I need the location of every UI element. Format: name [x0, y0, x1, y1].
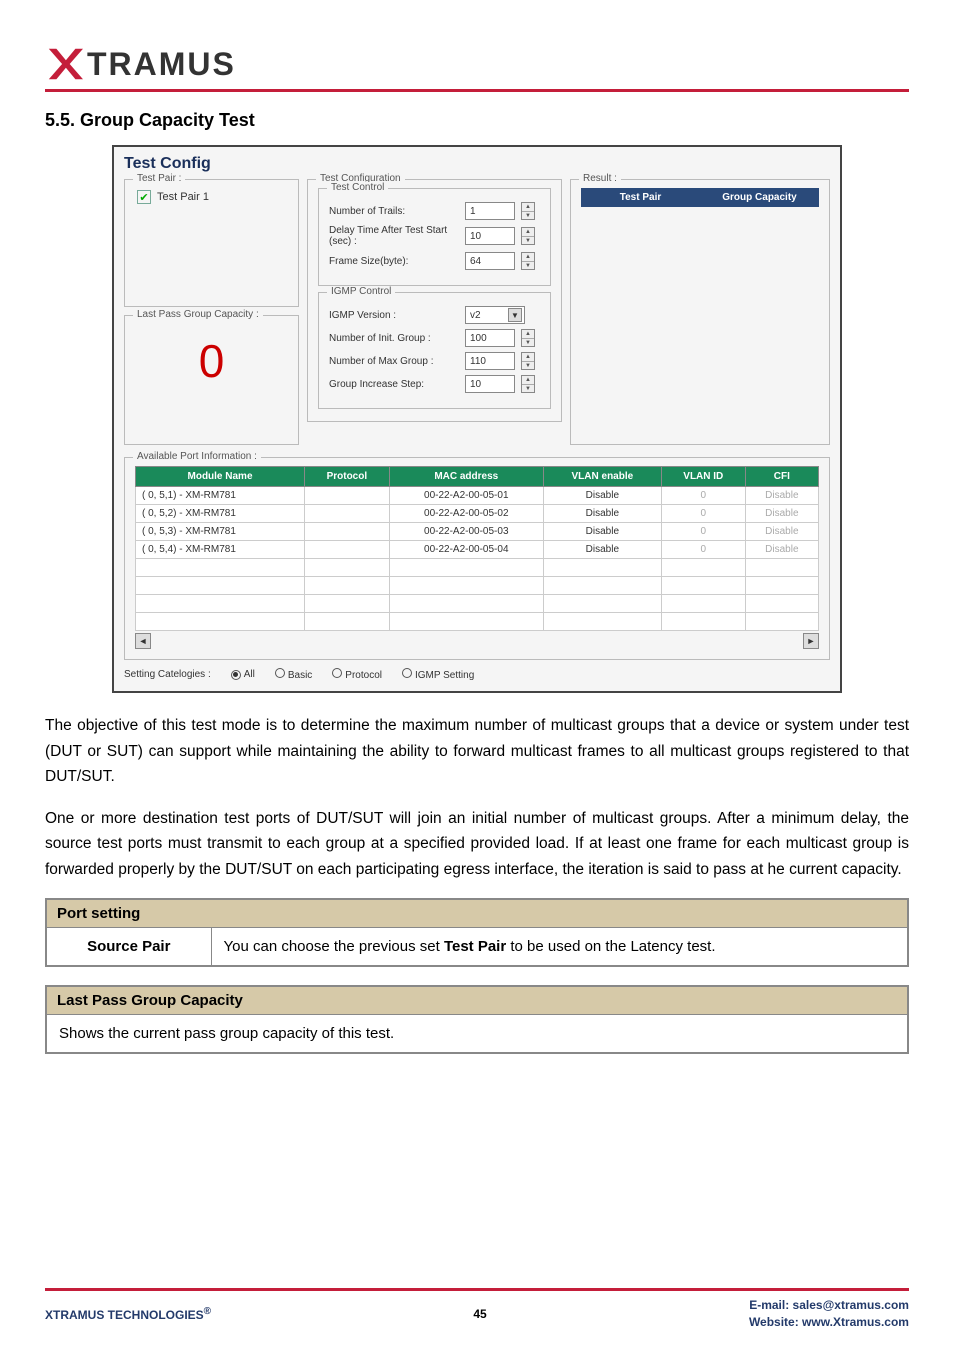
test-config-screenshot: Test Config Test Pair : ✔ Test Pair 1 La… — [112, 145, 842, 693]
table-row — [136, 577, 819, 595]
paragraph-1: The objective of this test mode is to de… — [45, 713, 909, 790]
radio-igmp[interactable]: IGMP Setting — [402, 668, 474, 681]
port-setting-header: Port setting — [46, 899, 908, 928]
scrollbar[interactable]: ◄ ► — [135, 633, 819, 649]
last-pass-table: Last Pass Group Capacity Shows the curre… — [45, 985, 909, 1054]
section-title: 5.5. Group Capacity Test — [45, 110, 909, 131]
col-protocol: Protocol — [305, 467, 390, 487]
page-footer: XTRAMUS TECHNOLOGIES® 45 E-mail: sales@x… — [0, 1288, 954, 1331]
table-row — [136, 613, 819, 631]
col-module: Module Name — [136, 467, 305, 487]
result-legend: Result : — [579, 173, 621, 184]
scroll-right-icon[interactable]: ► — [803, 633, 819, 649]
col-mac: MAC address — [389, 467, 543, 487]
delay-label: Delay Time After Test Start (sec) : — [329, 225, 459, 247]
igmp-ver-value: v2 — [470, 310, 481, 321]
categories-label: Setting Catelogies : — [124, 669, 211, 680]
table-row — [136, 559, 819, 577]
radio-basic[interactable]: Basic — [275, 668, 312, 681]
spinner-icon[interactable]: ▲▼ — [521, 227, 535, 245]
spinner-icon[interactable]: ▲▼ — [521, 329, 535, 347]
check-icon: ✔ — [137, 190, 151, 204]
trails-input[interactable]: 1 — [465, 202, 515, 220]
col-vlan-id: VLAN ID — [661, 467, 745, 487]
result-col-pair: Test Pair — [581, 188, 700, 207]
source-pair-desc: You can choose the previous set Test Pai… — [211, 928, 908, 967]
avail-port-legend: Available Port Information : — [133, 451, 261, 462]
dialog-title: Test Config — [124, 155, 830, 173]
test-pair-label: Test Pair 1 — [157, 191, 209, 203]
logo-text: TRAMUS — [87, 46, 236, 83]
delay-input[interactable]: 10 — [465, 227, 515, 245]
scroll-left-icon[interactable]: ◄ — [135, 633, 151, 649]
paragraph-2: One or more destination test ports of DU… — [45, 806, 909, 883]
spinner-icon[interactable]: ▲▼ — [521, 202, 535, 220]
spinner-icon[interactable]: ▲▼ — [521, 352, 535, 370]
table-row[interactable]: ( 0, 5,1) - XM-RM78100-22-A2-00-05-01Dis… — [136, 487, 819, 505]
table-row[interactable]: ( 0, 5,3) - XM-RM78100-22-A2-00-05-03Dis… — [136, 523, 819, 541]
col-cfi: CFI — [745, 467, 818, 487]
chevron-down-icon: ▼ — [508, 308, 522, 322]
footer-contact: E-mail: sales@xtramus.com Website: www.X… — [749, 1297, 909, 1331]
result-header: Test Pair Group Capacity — [581, 188, 819, 207]
logo-x-icon — [45, 45, 83, 83]
test-pair-item[interactable]: ✔ Test Pair 1 — [135, 188, 288, 206]
radio-all[interactable]: All — [231, 669, 255, 680]
port-table: Module Name Protocol MAC address VLAN en… — [135, 466, 819, 631]
page-number: 45 — [473, 1307, 486, 1321]
max-group-input[interactable]: 110 — [465, 352, 515, 370]
header-divider — [45, 89, 909, 92]
capacity-value: 0 — [135, 334, 288, 388]
col-vlan-enable: VLAN enable — [543, 467, 661, 487]
last-pass-desc: Shows the current pass group capacity of… — [46, 1015, 908, 1054]
init-group-input[interactable]: 100 — [465, 329, 515, 347]
port-setting-table: Port setting Source Pair You can choose … — [45, 898, 909, 967]
footer-company: XTRAMUS TECHNOLOGIES® — [45, 1306, 211, 1322]
table-row[interactable]: ( 0, 5,2) - XM-RM78100-22-A2-00-05-02Dis… — [136, 505, 819, 523]
step-label: Group Increase Step: — [329, 379, 459, 390]
test-control-legend: Test Control — [327, 182, 388, 193]
source-pair-label: Source Pair — [46, 928, 211, 967]
radio-protocol[interactable]: Protocol — [332, 668, 382, 681]
table-row — [136, 595, 819, 613]
result-col-capacity: Group Capacity — [700, 188, 819, 207]
spinner-icon[interactable]: ▲▼ — [521, 252, 535, 270]
test-pair-legend: Test Pair : — [133, 173, 185, 184]
frame-input[interactable]: 64 — [465, 252, 515, 270]
spinner-icon[interactable]: ▲▼ — [521, 375, 535, 393]
frame-label: Frame Size(byte): — [329, 256, 459, 267]
igmp-control-legend: IGMP Control — [327, 286, 395, 297]
step-input[interactable]: 10 — [465, 375, 515, 393]
last-pass-header: Last Pass Group Capacity — [46, 986, 908, 1015]
logo: TRAMUS — [45, 45, 909, 83]
igmp-ver-select[interactable]: v2 ▼ — [465, 306, 525, 324]
trails-label: Number of Trails: — [329, 206, 459, 217]
igmp-ver-label: IGMP Version : — [329, 310, 459, 321]
max-group-label: Number of Max Group : — [329, 356, 459, 367]
init-group-label: Number of Init. Group : — [329, 333, 459, 344]
table-row[interactable]: ( 0, 5,4) - XM-RM78100-22-A2-00-05-04Dis… — [136, 541, 819, 559]
footer-divider — [45, 1288, 909, 1291]
last-pass-legend: Last Pass Group Capacity : — [133, 309, 263, 320]
